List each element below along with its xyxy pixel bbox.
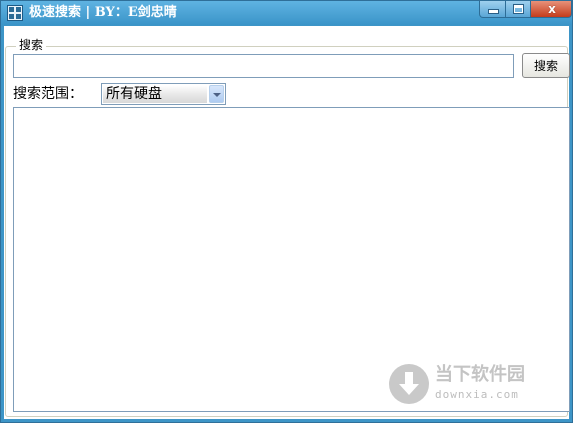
window-title: 极速搜索 | BY：E剑忠晴 [29, 5, 177, 20]
minimize-button[interactable] [479, 1, 506, 18]
scope-select[interactable]: 所有硬盘 [101, 83, 226, 105]
client-area: 搜索 搜索 搜索范围： 所有硬盘 当下软件园 downxia.com [4, 26, 570, 419]
close-button[interactable]: x [530, 1, 572, 18]
scope-selected-value: 所有硬盘 [103, 85, 207, 103]
close-icon: x [548, 2, 556, 16]
maximize-button[interactable] [505, 1, 531, 18]
maximize-icon [513, 4, 524, 14]
search-group-label: 搜索 [16, 38, 47, 52]
search-button[interactable]: 搜索 [522, 53, 570, 78]
scope-label: 搜索范围： [13, 86, 83, 102]
app-window: 极速搜索 | BY：E剑忠晴 x 搜索 搜索 搜索范围： 所有硬盘 当下软件园 … [0, 0, 573, 423]
minimize-icon [489, 10, 498, 13]
title-bar[interactable]: 极速搜索 | BY：E剑忠晴 x [1, 1, 572, 25]
dropdown-arrow-icon[interactable] [209, 85, 224, 103]
watermark: 当下软件园 downxia.com [389, 364, 559, 408]
search-input[interactable] [13, 54, 514, 78]
watermark-brand: 当下软件园 [435, 364, 525, 385]
app-icon [7, 5, 23, 21]
watermark-url: downxia.com [435, 388, 519, 401]
download-arrow-icon [389, 364, 429, 404]
